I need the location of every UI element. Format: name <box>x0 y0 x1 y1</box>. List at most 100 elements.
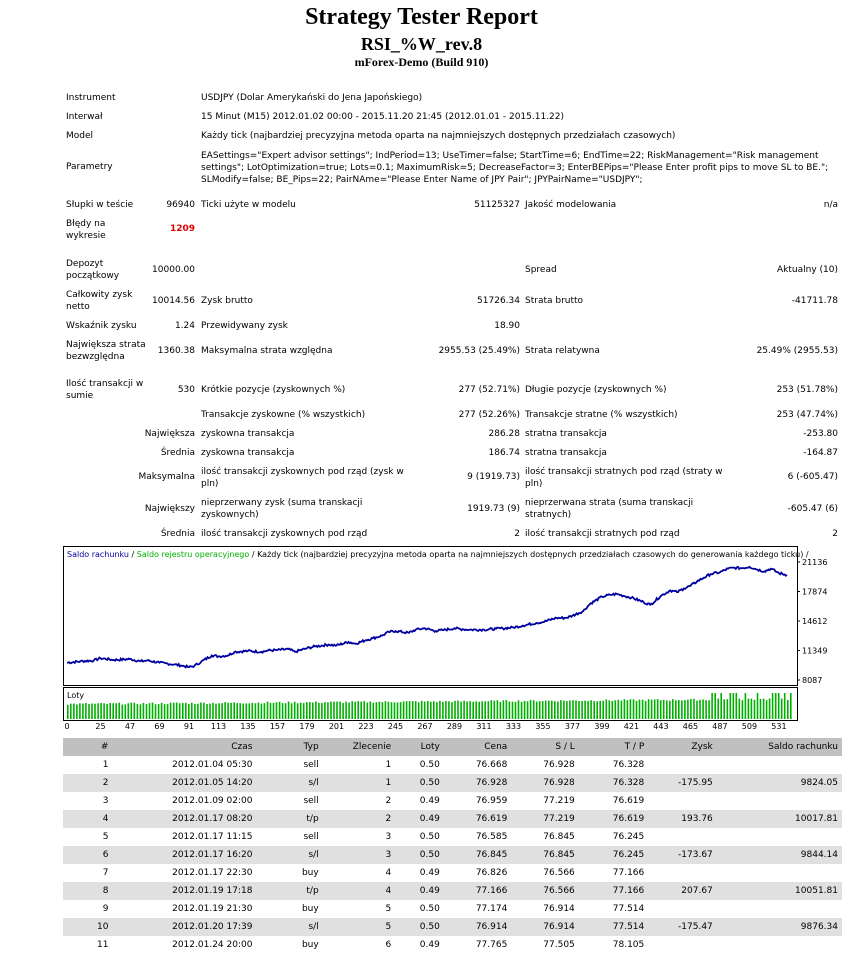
lots-bar <box>215 703 217 719</box>
lots-bar <box>218 703 220 719</box>
x-tick-label: 377 <box>565 722 580 731</box>
table-cell: 76.914 <box>511 918 579 936</box>
lots-bar <box>641 699 644 719</box>
lots-bar <box>535 701 538 719</box>
avg-cons-losses-label: ilość transakcji stratnych pod rząd <box>525 529 680 539</box>
table-cell: 11 <box>97 940 109 950</box>
lots-bar <box>251 702 254 719</box>
y-tick-label: 14612 <box>802 617 827 626</box>
trades-body: 1 2012.01.04 05:30 sell 1 0.50 76.668 76.928 76… <box>63 756 842 954</box>
table-cell: 76.914 <box>543 904 575 914</box>
avg-cons-wins-label: ilość transakcji zyskownych pod rząd <box>201 529 368 539</box>
table-cell: 76.566 <box>543 868 575 878</box>
lots-bar <box>427 700 429 719</box>
lots-bar <box>723 699 725 719</box>
lots-bar <box>417 702 420 719</box>
short-positions-label: Krótkie pozycje (zyskownych %) <box>201 385 346 395</box>
lots-bar <box>194 703 196 719</box>
largest-profit-value: 286.28 <box>488 429 521 439</box>
lots-bar <box>115 703 117 719</box>
table-cell: 2 <box>322 810 396 828</box>
lots-bar <box>711 693 713 719</box>
table-cell: 2012.01.20 17:39 <box>112 918 257 936</box>
table-row: 1 2012.01.04 05:30 sell 1 0.50 76.668 76.928 76… <box>63 756 842 774</box>
lots-bar <box>354 701 356 719</box>
lots-bar <box>73 703 75 719</box>
lots-bar <box>508 701 511 719</box>
max-cons-losses-value: 6 (-605.47) <box>787 472 838 482</box>
table-cell: 5 <box>102 832 109 842</box>
avg-profit-label: zyskowna transakcja <box>201 448 295 458</box>
gross-loss-label: Strata brutto <box>525 296 584 306</box>
table-cell: 2 <box>385 796 392 806</box>
table-cell: 77.219 <box>511 810 579 828</box>
table-cell: 3 <box>385 832 392 842</box>
lots-bar <box>783 693 786 719</box>
lots-bar <box>257 702 260 719</box>
x-tick-label: 47 <box>125 722 135 731</box>
avg-cons-losses-value: 2 <box>832 529 838 539</box>
profit-trades-label: Transakcje zyskowne (% wszystkich) <box>201 410 366 420</box>
lots-bar <box>732 693 735 719</box>
lots-bar <box>342 702 344 719</box>
lots-bar <box>396 702 399 719</box>
lots-bar <box>384 701 387 719</box>
lots-bar <box>154 704 157 719</box>
lots-bar <box>478 701 480 719</box>
lots-bar <box>557 701 559 719</box>
lots-bar <box>130 702 133 719</box>
lots-bar <box>369 701 372 719</box>
lots-bar <box>306 702 308 719</box>
lots-bar <box>448 701 450 719</box>
ticks-label: Ticki użyte w modelu <box>201 200 296 210</box>
lots-bar <box>148 703 151 719</box>
lots-bar <box>699 699 701 719</box>
lots-bar <box>611 700 614 719</box>
lots-bar <box>333 701 335 719</box>
x-tick-label: 289 <box>447 722 462 731</box>
lots-bar <box>260 703 263 719</box>
trades-header-4: Loty <box>395 738 444 756</box>
lots-bar <box>372 702 375 719</box>
x-tick-label: 443 <box>653 722 668 731</box>
table-row: 7 2012.01.17 22:30 buy 4 0.49 76.826 76.566 77.… <box>63 864 842 882</box>
lots-bar <box>493 700 496 719</box>
table-cell: 9824.05 <box>716 774 842 792</box>
ticks-value: 51125327 <box>474 200 520 210</box>
table-cell <box>717 792 842 810</box>
table-cell: sell <box>303 796 319 806</box>
profit-factor-label: Wskaźnik zysku <box>66 321 137 331</box>
table-cell: 5 <box>385 904 392 914</box>
lots-bar <box>481 701 483 719</box>
errors-value: 1209 <box>169 224 195 234</box>
table-cell: 76.928 <box>443 774 512 792</box>
lots-bar <box>378 701 381 719</box>
lots-bar <box>632 699 635 719</box>
max-drawdown-value: 2955.53 (25.49%) <box>438 346 520 356</box>
table-cell <box>648 936 717 954</box>
lots-bar <box>103 703 105 719</box>
lots-bar <box>708 700 710 719</box>
lots-bar <box>197 703 199 719</box>
trades-header-3: Zlecenie <box>322 738 396 756</box>
table-cell: t/p <box>256 810 323 828</box>
table-cell: 76.566 <box>511 882 579 900</box>
table-cell: 77.765 <box>475 940 508 950</box>
lots-bar <box>566 701 568 719</box>
lots-bar <box>496 700 499 719</box>
table-cell: -173.67 <box>648 846 717 864</box>
report-header: Strategy Tester Report RSI_%W_rev.8 mFor… <box>0 3 843 69</box>
lots-bar <box>221 703 223 719</box>
lots-bar <box>363 701 365 719</box>
lots-bar <box>780 698 783 719</box>
y-axis-ticks: 21136 17874 14612 11349 8087 <box>797 558 827 685</box>
max-cons-wins-label: ilość transakcji zyskownych pod rząd (zy… <box>201 467 404 489</box>
table-cell: 3 <box>322 846 396 864</box>
legend-sep-1: / <box>129 550 137 559</box>
report-title: Strategy Tester Report <box>305 4 538 30</box>
table-cell: buy <box>301 904 319 914</box>
table-cell: 76.928 <box>543 760 575 770</box>
table-cell: 2012.01.17 08:20 <box>112 810 257 828</box>
lots-bar <box>85 703 87 719</box>
lots-bar <box>569 700 571 719</box>
